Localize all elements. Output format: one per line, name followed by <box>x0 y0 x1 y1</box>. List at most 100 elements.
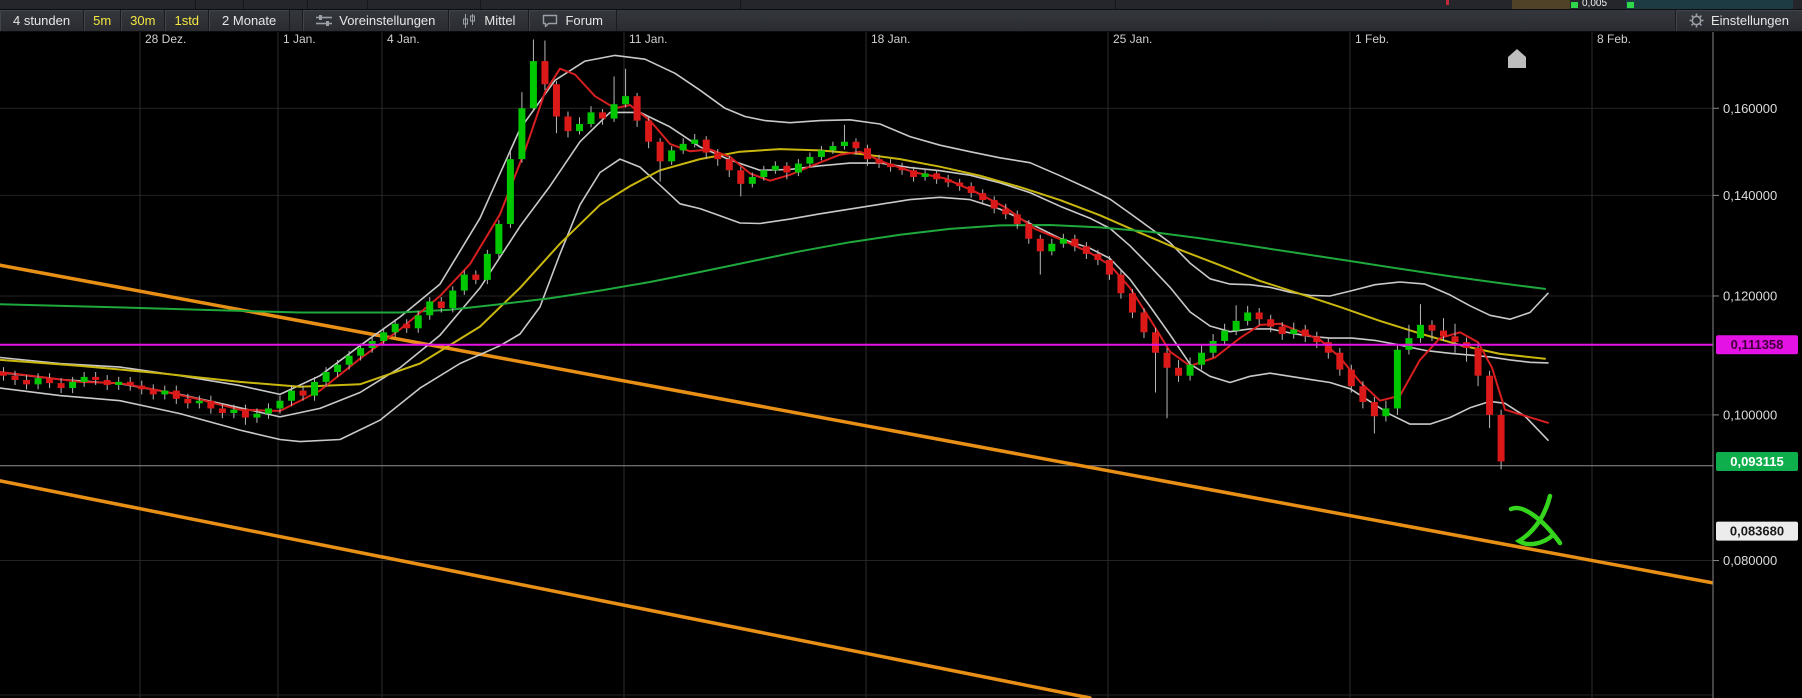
candle-body <box>680 144 687 150</box>
candle-body <box>1498 415 1505 462</box>
price-down-tick <box>1446 0 1449 5</box>
timeframe-1std-label: 1std <box>174 13 199 28</box>
candle-body <box>714 153 721 160</box>
candle-body <box>1210 341 1217 353</box>
chart-toolbar: 4 stunden 5m 30m 1std 2 Monate Voreinste… <box>0 10 1802 32</box>
candle-body <box>1094 254 1101 260</box>
timeframe-button[interactable]: 4 stunden <box>0 10 84 31</box>
candle-body <box>334 365 341 372</box>
candle-body <box>104 380 111 385</box>
candle-body <box>818 150 825 157</box>
candle-body <box>58 383 65 388</box>
candle-body <box>1475 348 1482 376</box>
strip-separator <box>480 0 481 9</box>
candle-body <box>726 159 733 170</box>
candle-body <box>426 301 433 315</box>
candle-body <box>0 372 7 376</box>
toolbar-spacer <box>617 10 1675 31</box>
candle-body <box>737 170 744 184</box>
settings-label: Einstellungen <box>1711 13 1789 28</box>
candle-body <box>1279 327 1286 334</box>
strip-separator <box>307 0 308 9</box>
candle-body <box>1014 214 1021 224</box>
candle-body <box>253 414 260 418</box>
candle-body <box>749 177 756 184</box>
candle-body <box>472 275 479 280</box>
candle-body <box>1187 365 1194 376</box>
candle-body <box>1140 312 1147 332</box>
candle-body <box>1164 353 1171 368</box>
candle-body <box>115 382 122 385</box>
candle-body <box>1452 336 1459 342</box>
date-label: 11 Jan. <box>629 32 667 46</box>
candle-body <box>841 142 848 146</box>
candle-body <box>161 391 168 395</box>
timeframe-5m-button[interactable]: 5m <box>84 10 121 31</box>
price-badge-label: 0,093115 <box>1730 454 1784 469</box>
price-tick-label: 0,120000 <box>1723 288 1777 303</box>
settings-button[interactable]: Einstellungen <box>1675 10 1802 31</box>
ticker-strip: 0,005 <box>0 0 1802 10</box>
candle-body <box>81 377 88 382</box>
candle-body <box>357 348 364 356</box>
candle-body <box>184 399 191 403</box>
price-tick-label: 0,080000 <box>1723 553 1777 568</box>
candle-body <box>507 159 514 224</box>
candle-body <box>1256 312 1263 319</box>
timeframe-30m-label: 30m <box>130 13 155 28</box>
candle-body <box>230 410 237 413</box>
candle-body <box>1371 402 1378 416</box>
candle-body <box>265 408 272 413</box>
timeframe-5m-label: 5m <box>93 13 111 28</box>
candle-body <box>461 275 468 291</box>
candle-body <box>852 142 859 148</box>
candle-body <box>1048 244 1055 252</box>
candle-body <box>634 96 641 120</box>
candle-body <box>760 170 767 177</box>
ticker-cell <box>1512 0 1570 9</box>
candle-body <box>1152 332 1159 352</box>
candle-body <box>564 116 571 131</box>
candle-body <box>611 104 618 118</box>
presets-button[interactable]: Voreinstellungen <box>303 10 449 31</box>
candle-body <box>346 356 353 365</box>
sliders-icon <box>316 14 332 27</box>
candle-body <box>703 140 710 153</box>
date-label: 25 Jan. <box>1113 32 1152 46</box>
candle-body <box>979 193 986 200</box>
price-badge-label: 0,111358 <box>1731 337 1784 352</box>
candle-body <box>899 167 906 170</box>
date-label: 8 Feb. <box>1597 32 1631 46</box>
forum-button[interactable]: Forum <box>529 10 617 31</box>
candle-body <box>196 401 203 404</box>
candle-body <box>495 224 502 254</box>
candle-body <box>829 146 836 150</box>
range-button[interactable]: 2 Monate <box>209 10 290 31</box>
timeframe-1std-button[interactable]: 1std <box>165 10 209 31</box>
mean-indicator-button[interactable]: Mittel <box>449 10 529 31</box>
presets-label: Voreinstellungen <box>339 13 435 28</box>
candle-body <box>1129 293 1136 312</box>
mean-label: Mittel <box>484 13 515 28</box>
candle-body <box>772 166 779 170</box>
candle-body <box>1198 353 1205 365</box>
price-badge-label: 0,083680 <box>1730 524 1784 539</box>
candle-body <box>599 112 606 118</box>
candle-body <box>1025 224 1032 239</box>
price-axis-bg <box>1713 30 1802 698</box>
candle-body <box>35 378 42 384</box>
candle-body <box>991 200 998 209</box>
candle-body <box>657 142 664 162</box>
candle-body <box>968 186 975 193</box>
candle-body <box>23 380 30 384</box>
price-chart-canvas[interactable]: 0,1600000,1400000,1200000,1000000,080000… <box>0 0 1802 698</box>
candle-body <box>1336 353 1343 370</box>
candle-body <box>1486 376 1493 415</box>
candle-body <box>1221 331 1228 341</box>
candle-body <box>380 332 387 341</box>
candle-body <box>622 96 629 104</box>
candle-body <box>1382 408 1389 416</box>
timeframe-30m-button[interactable]: 30m <box>121 10 165 31</box>
date-label: 28 Dez. <box>145 32 186 46</box>
gear-icon <box>1689 13 1704 28</box>
